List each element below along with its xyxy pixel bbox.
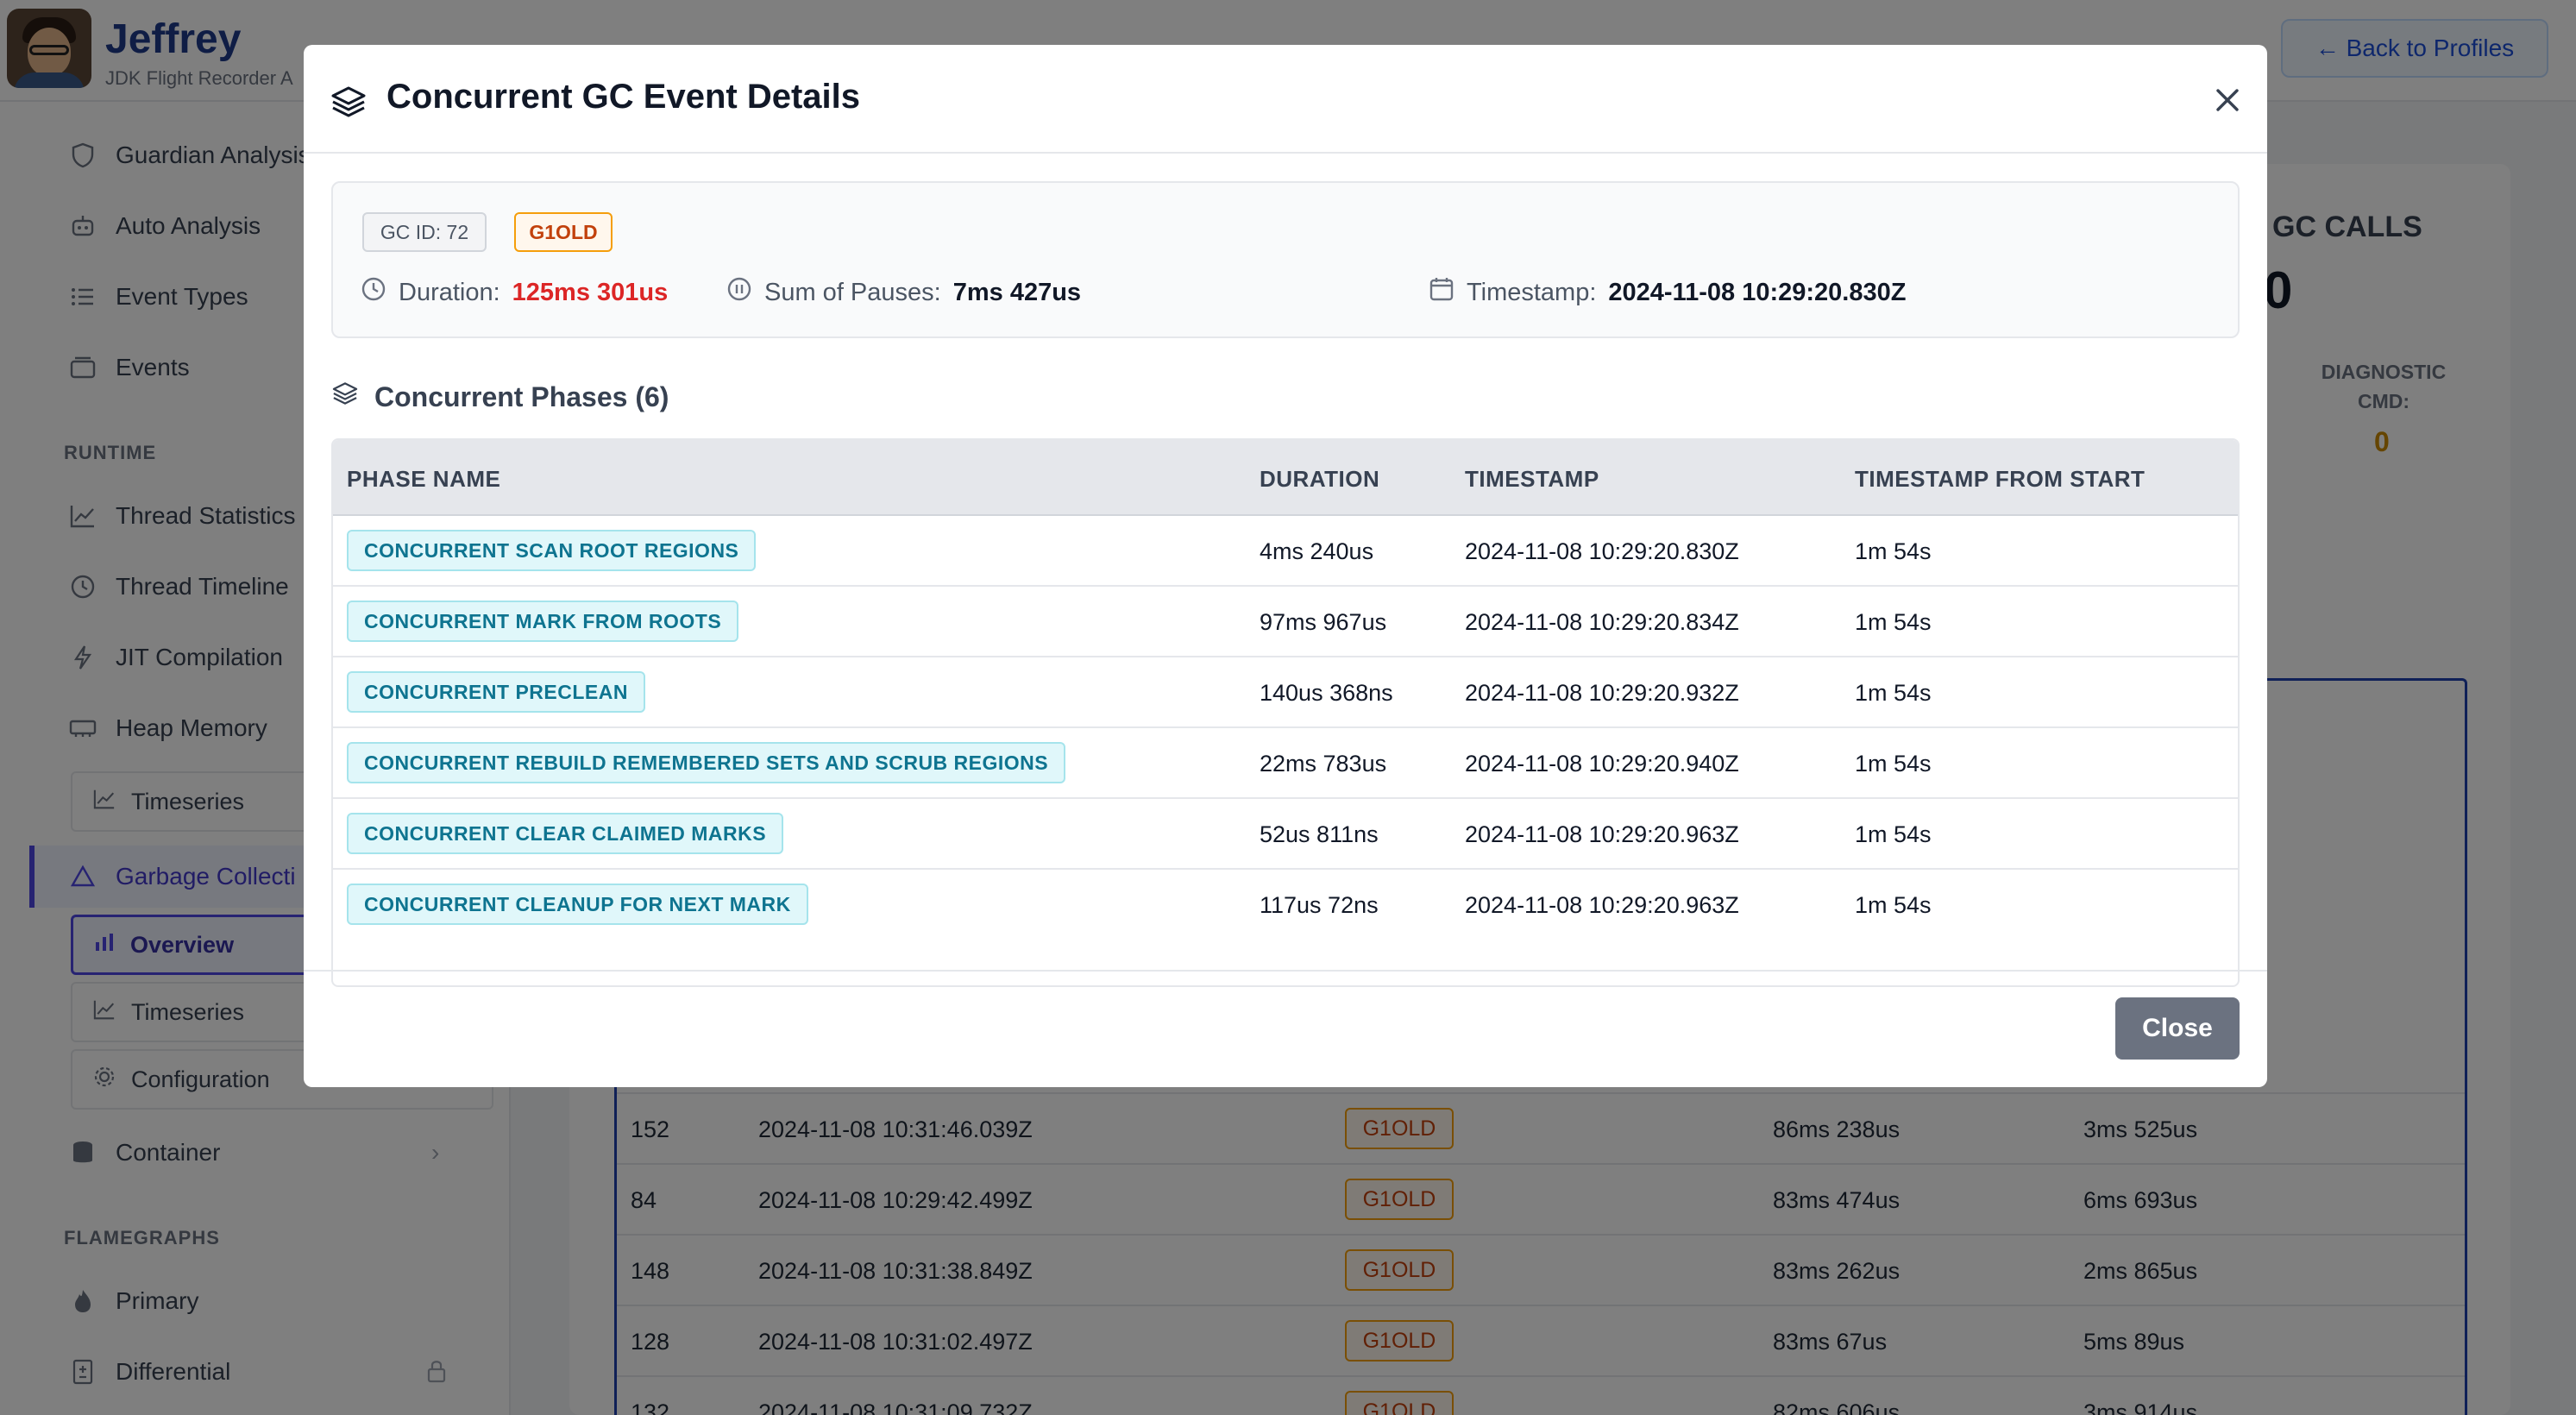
table-row[interactable]: CONCURRENT PRECLEAN 140us 368ns 2024-11-…	[333, 657, 2238, 728]
phase-duration: 22ms 783us	[1260, 751, 1387, 777]
gc-event-details-modal: Concurrent GC Event Details GC ID: 72 G1…	[304, 45, 2267, 1087]
pauses-metric: Sum of Pauses: 7ms 427us	[726, 276, 1081, 309]
calendar-icon	[1429, 276, 1454, 309]
clock-icon	[361, 276, 386, 309]
phase-name-badge: CONCURRENT REBUILD REMEMBERED SETS AND S…	[347, 742, 1066, 783]
phase-name-badge: CONCURRENT SCAN ROOT REGIONS	[347, 530, 757, 571]
duration-value: 125ms 301us	[512, 278, 669, 306]
table-row[interactable]: CONCURRENT SCAN ROOT REGIONS 4ms 240us 2…	[333, 516, 2238, 587]
column-header-timestamp-from-start[interactable]: TIMESTAMP FROM START	[1855, 466, 2145, 493]
timestamp-metric: Timestamp: 2024-11-08 10:29:20.830Z	[1429, 276, 1906, 309]
timestamp-label: Timestamp:	[1467, 278, 1597, 306]
phase-name-badge: CONCURRENT CLEANUP FOR NEXT MARK	[347, 884, 808, 925]
table-row[interactable]: CONCURRENT MARK FROM ROOTS 97ms 967us 20…	[333, 587, 2238, 657]
table-row[interactable]: CONCURRENT CLEAR CLAIMED MARKS 52us 811n…	[333, 799, 2238, 870]
phase-timestamp: 2024-11-08 10:29:20.963Z	[1465, 821, 1739, 847]
phase-duration: 117us 72ns	[1260, 892, 1379, 918]
event-summary: GC ID: 72 G1OLD Duration: 125ms 301us Su…	[331, 181, 2240, 338]
phase-timestamp: 2024-11-08 10:29:20.830Z	[1465, 538, 1739, 564]
layers-icon	[330, 83, 368, 121]
phase-name-badge: CONCURRENT MARK FROM ROOTS	[347, 601, 739, 642]
column-header-timestamp[interactable]: TIMESTAMP	[1465, 466, 1599, 493]
phase-from-start: 1m 54s	[1855, 821, 1932, 847]
phase-timestamp: 2024-11-08 10:29:20.940Z	[1465, 751, 1739, 777]
duration-metric: Duration: 125ms 301us	[361, 276, 668, 309]
phases-heading: Concurrent Phases (6)	[331, 380, 669, 414]
close-button[interactable]: Close	[2115, 997, 2240, 1060]
phase-from-start: 1m 54s	[1855, 680, 1932, 706]
timestamp-value: 2024-11-08 10:29:20.830Z	[1608, 278, 1907, 306]
phase-duration: 97ms 967us	[1260, 609, 1387, 635]
gc-type-badge: G1OLD	[514, 212, 613, 252]
phase-timestamp: 2024-11-08 10:29:20.834Z	[1465, 609, 1739, 635]
phase-duration: 140us 368ns	[1260, 680, 1393, 706]
layers-icon	[331, 380, 359, 414]
pauses-value: 7ms 427us	[952, 278, 1082, 306]
phase-timestamp: 2024-11-08 10:29:20.963Z	[1465, 892, 1739, 918]
modal-header: Concurrent GC Event Details	[304, 45, 2267, 154]
duration-label: Duration:	[399, 278, 500, 306]
phase-from-start: 1m 54s	[1855, 538, 1932, 564]
phase-duration: 52us 811ns	[1260, 821, 1379, 847]
phase-name-badge: CONCURRENT PRECLEAN	[347, 671, 645, 713]
phase-from-start: 1m 54s	[1855, 892, 1932, 918]
phase-duration: 4ms 240us	[1260, 538, 1374, 564]
table-row[interactable]: CONCURRENT REBUILD REMEMBERED SETS AND S…	[333, 728, 2238, 799]
phase-name-badge: CONCURRENT CLEAR CLAIMED MARKS	[347, 813, 784, 854]
phases-title: Concurrent Phases (6)	[374, 380, 669, 412]
modal-title: Concurrent GC Event Details	[386, 78, 861, 116]
phase-timestamp: 2024-11-08 10:29:20.932Z	[1465, 680, 1739, 706]
table-header: PHASE NAME DURATION TIMESTAMP TIMESTAMP …	[333, 440, 2238, 516]
column-header-duration[interactable]: DURATION	[1260, 466, 1379, 493]
phase-from-start: 1m 54s	[1855, 609, 1932, 635]
pauses-label: Sum of Pauses:	[764, 278, 941, 306]
pause-icon	[726, 276, 752, 309]
gc-id-badge: GC ID: 72	[362, 212, 487, 252]
phases-table: PHASE NAME DURATION TIMESTAMP TIMESTAMP …	[331, 438, 2240, 987]
modal-footer: Close	[304, 970, 2267, 1087]
phase-from-start: 1m 54s	[1855, 751, 1932, 777]
close-icon[interactable]	[2210, 83, 2245, 117]
table-row[interactable]: CONCURRENT CLEANUP FOR NEXT MARK 117us 7…	[333, 870, 2238, 940]
column-header-phase-name[interactable]: PHASE NAME	[347, 466, 500, 493]
